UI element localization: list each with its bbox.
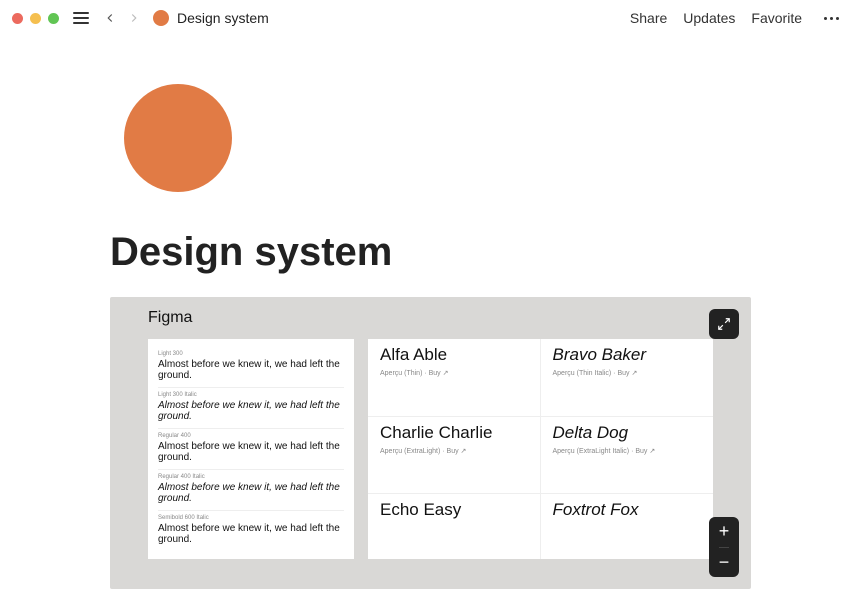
zoom-in-button[interactable]: +: [719, 517, 730, 548]
page-content: Design system Figma Light 300 Almost befo…: [0, 36, 851, 589]
specimen-name: Delta Dog: [553, 423, 702, 443]
specimen-cell: Foxtrot Fox: [541, 493, 714, 559]
type-sample-row: Light 300 Almost before we knew it, we ha…: [158, 347, 344, 387]
figma-label: Figma: [148, 309, 713, 327]
window-maximize-icon[interactable]: [48, 13, 59, 24]
topbar: Design system Share Updates Favorite: [0, 0, 851, 36]
specimen-cell: Charlie Charlie Aperçu (ExtraLight) · Buy…: [368, 416, 541, 494]
specimen-cell: Delta Dog Aperçu (ExtraLight Italic) · Bu…: [541, 416, 714, 494]
type-sample-row: Light 300 Italic Almost before we knew it…: [158, 387, 344, 428]
type-sample-row: Regular 400 Italic Almost before we knew …: [158, 469, 344, 510]
type-sample-text: Almost before we knew it, we had left th…: [158, 359, 344, 381]
specimen-name: Echo Easy: [380, 500, 528, 520]
type-sample-column: Light 300 Almost before we knew it, we ha…: [148, 339, 354, 559]
type-sample-text: Almost before we knew it, we had left th…: [158, 441, 344, 463]
specimen-name: Bravo Baker: [553, 345, 702, 365]
type-weight-label: Regular 400: [158, 433, 344, 439]
type-weight-label: Regular 400 Italic: [158, 474, 344, 480]
share-button[interactable]: Share: [630, 10, 667, 26]
specimen-cell: Bravo Baker Aperçu (Thin Italic) · Buy ↗: [541, 339, 714, 416]
specimen-name: Charlie Charlie: [380, 423, 528, 443]
type-weight-label: Light 300: [158, 351, 344, 357]
nav-forward-icon[interactable]: [127, 11, 141, 25]
nav-back-icon[interactable]: [103, 11, 117, 25]
type-weight-label: Light 300 Italic: [158, 392, 344, 398]
updates-button[interactable]: Updates: [683, 10, 735, 26]
specimen-cell: Echo Easy: [368, 493, 541, 559]
zoom-out-button[interactable]: −: [719, 548, 730, 578]
window-close-icon[interactable]: [12, 13, 23, 24]
specimen-name: Alfa Able: [380, 345, 528, 365]
type-sample-text: Almost before we knew it, we had left th…: [158, 400, 344, 422]
page-title: Design system: [110, 230, 751, 275]
specimen-meta: Aperçu (Thin Italic) · Buy ↗: [553, 369, 702, 377]
specimen-meta: Aperçu (ExtraLight) · Buy ↗: [380, 447, 528, 455]
hamburger-menu-icon[interactable]: [73, 12, 89, 24]
type-weight-label: Semibold 600 Italic: [158, 515, 344, 521]
type-sample-row: Regular 400 Almost before we knew it, we …: [158, 428, 344, 469]
nav-arrows: [103, 11, 141, 25]
type-sample-text: Almost before we knew it, we had left th…: [158, 523, 344, 545]
window-minimize-icon[interactable]: [30, 13, 41, 24]
specimen-cell: Alfa Able Aperçu (Thin) · Buy ↗: [368, 339, 541, 416]
page-icon-small: [153, 10, 169, 26]
type-sample-text: Almost before we knew it, we had left th…: [158, 482, 344, 504]
page-cover-icon[interactable]: [124, 84, 232, 192]
more-menu-icon[interactable]: [824, 17, 839, 20]
favorite-button[interactable]: Favorite: [751, 10, 802, 26]
specimen-name: Foxtrot Fox: [553, 500, 702, 520]
figma-canvas[interactable]: Light 300 Almost before we knew it, we ha…: [148, 339, 713, 559]
window-traffic-lights[interactable]: [12, 13, 59, 24]
expand-icon[interactable]: [709, 309, 739, 339]
breadcrumb[interactable]: Design system: [177, 10, 269, 26]
type-specimen-grid: Alfa Able Aperçu (Thin) · Buy ↗ Bravo Bake…: [368, 339, 713, 559]
specimen-meta: Aperçu (ExtraLight Italic) · Buy ↗: [553, 447, 702, 455]
top-actions: Share Updates Favorite: [630, 10, 839, 26]
type-sample-row: Semibold 600 Italic Almost before we knew…: [158, 510, 344, 551]
zoom-controls: + −: [709, 517, 739, 577]
specimen-meta: Aperçu (Thin) · Buy ↗: [380, 369, 528, 377]
figma-embed: Figma Light 300 Almost before we knew it,…: [110, 297, 751, 589]
